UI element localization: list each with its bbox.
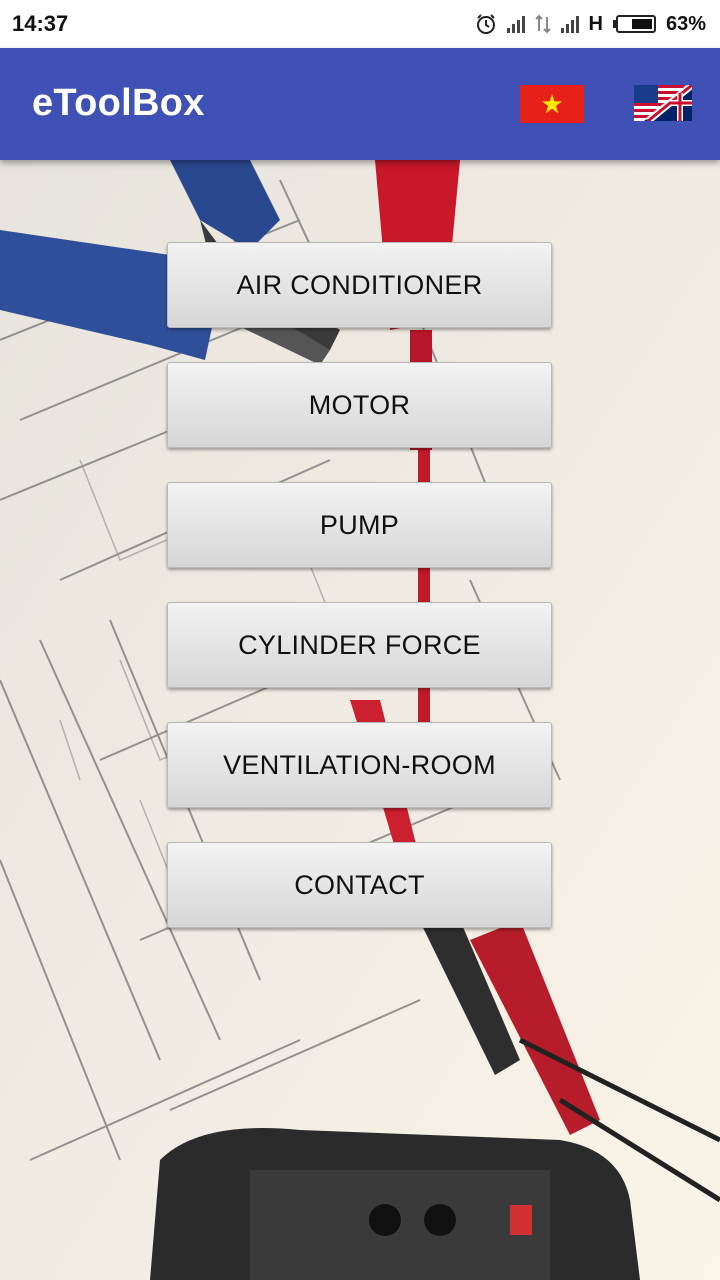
app-bar: eToolBox ★ — [0, 48, 720, 160]
motor-button[interactable]: MOTOR — [167, 362, 552, 448]
data-arrows-icon — [534, 14, 551, 34]
alarm-icon — [476, 14, 495, 34]
air-conditioner-button[interactable]: AIR CONDITIONER — [167, 242, 552, 328]
app-title: eToolBox — [32, 82, 205, 124]
status-bar: 14:37 H 63% — [0, 0, 720, 48]
signal-icon — [560, 15, 579, 33]
battery-percent: 63% — [665, 12, 706, 35]
battery-icon — [612, 15, 656, 33]
status-icons: H 63% — [475, 13, 706, 36]
network-type: H — [588, 12, 603, 35]
signal-icon — [506, 15, 525, 33]
vietnam-flag-icon[interactable]: ★ — [520, 85, 584, 123]
ventilation-room-button[interactable]: VENTILATION-ROOM — [167, 722, 552, 808]
cylinder-force-button[interactable]: CYLINDER FORCE — [167, 602, 552, 688]
uk-flag-icon[interactable] — [634, 85, 692, 121]
pump-button[interactable]: PUMP — [167, 482, 552, 568]
contact-button[interactable]: CONTACT — [167, 842, 552, 928]
menu: AIR CONDITIONER MOTOR PUMP CYLINDER FORC… — [167, 242, 552, 962]
status-time: 14:37 — [12, 11, 69, 36]
